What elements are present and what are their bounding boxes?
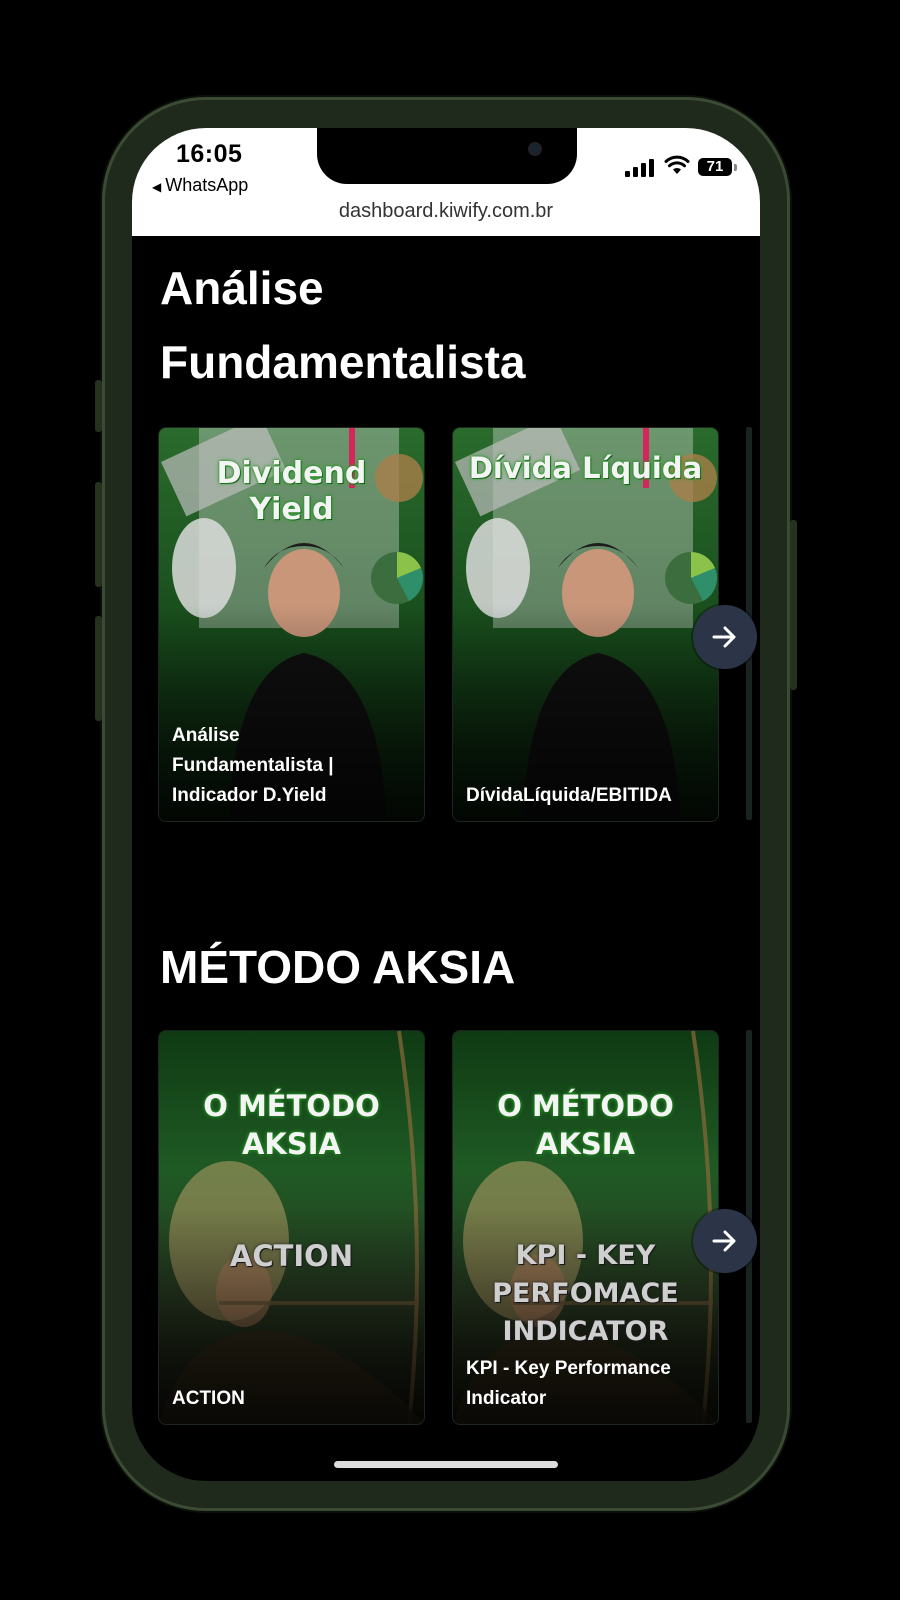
section-title-analise: Análise Fundamentalista: [160, 262, 526, 388]
card-art-subtitle: ACTION: [229, 1239, 354, 1273]
course-card-divida-liquida[interactable]: Dívida Líquida DívidaLíquida/EBITIDA: [452, 427, 719, 822]
course-card-dividend-yield[interactable]: Dividend Yield Análise Fundamentalista | In…: [158, 427, 425, 822]
card-title: ACTION: [172, 1388, 245, 1409]
home-indicator[interactable]: [334, 1461, 558, 1468]
page-content: Análise Fundamentalista Dividend Yield A…: [132, 236, 760, 1481]
back-triangle-icon: ◀: [152, 180, 162, 194]
wifi-icon: [664, 155, 690, 174]
card-title: Análise Fundamentalista | Indicador D.Yiel…: [172, 725, 334, 806]
volume-up-button: [95, 482, 102, 587]
carousel-next-button[interactable]: [693, 605, 757, 669]
phone-screen: 16:05 ◀ WhatsApp 71 dashboard.kiwify.com.…: [132, 128, 760, 1481]
silent-switch: [95, 380, 102, 432]
section-title-metodo-aksia: MÉTODO AKSIA: [160, 941, 516, 993]
power-button: [790, 520, 797, 690]
volume-down-button: [95, 616, 102, 721]
card-art-title: Dividend Yield: [216, 456, 367, 527]
battery-cap: [734, 164, 737, 171]
address-bar-url[interactable]: dashboard.kiwify.com.br: [132, 200, 760, 223]
card-art-title: Dívida Líquida: [468, 451, 703, 485]
card-art-title: O MÉTODO AKSIA: [203, 1089, 380, 1161]
cellular-signal-icon: [625, 159, 654, 177]
arrow-right-icon: [712, 626, 736, 648]
browser-header: 16:05 ◀ WhatsApp 71 dashboard.kiwify.com.…: [132, 128, 760, 236]
course-card-action[interactable]: O MÉTODO AKSIA ACTION ACTION: [158, 1030, 425, 1425]
notch: [317, 128, 577, 184]
carousel-next-button[interactable]: [693, 1209, 757, 1273]
card-title: KPI - Key Performance Indicator: [466, 1358, 671, 1409]
card-art-subtitle: KPI - KEY PERFOMACE INDICATOR: [492, 1240, 679, 1347]
back-to-app-link[interactable]: ◀ WhatsApp: [152, 175, 248, 196]
back-app-label: WhatsApp: [165, 175, 249, 195]
course-card-kpi[interactable]: O MÉTODO AKSIA KPI - KEY PERFOMACE INDICATO…: [452, 1030, 719, 1425]
card-title: DívidaLíquida/EBITIDA: [466, 785, 672, 806]
card-art-title: O MÉTODO AKSIA: [497, 1089, 674, 1161]
battery-icon: 71: [698, 158, 732, 176]
camera-icon: [530, 144, 540, 154]
status-time: 16:05: [176, 140, 243, 168]
arrow-right-icon: [712, 1230, 736, 1252]
card-shade: [453, 428, 718, 821]
